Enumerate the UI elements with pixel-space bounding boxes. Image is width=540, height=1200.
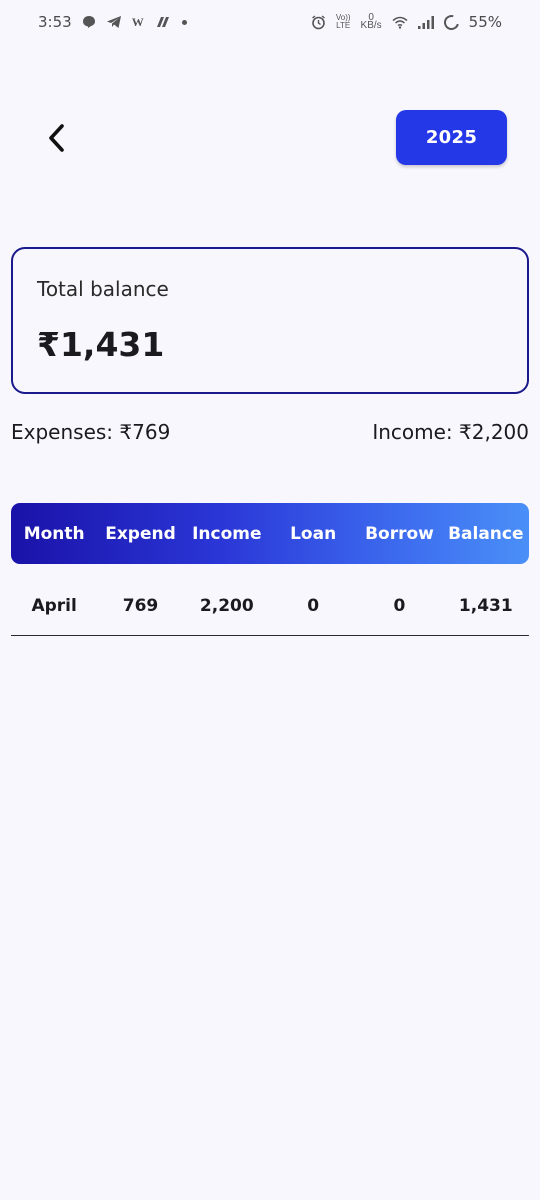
column-header-borrow: Borrow	[365, 523, 434, 544]
expenses-summary: Expenses: ₹769	[11, 420, 171, 444]
cloud-icon	[154, 15, 172, 29]
signal-icon	[417, 15, 434, 29]
total-balance-label: Total balance	[37, 277, 169, 301]
volte-icon: Vo)) LTE	[336, 14, 351, 30]
battery-icon	[440, 11, 462, 33]
cell-income: 2,200	[199, 595, 254, 616]
income-summary: Income: ₹2,200	[372, 420, 529, 444]
table-row[interactable]: April 769 2,200 0 0 1,431	[11, 576, 529, 636]
cell-balance: 1,431	[458, 595, 513, 616]
column-header-expend: Expend	[105, 523, 176, 544]
back-button[interactable]	[36, 118, 76, 158]
column-header-loan: Loan	[290, 523, 337, 544]
column-header-income: Income	[192, 523, 262, 544]
cell-expend: 769	[122, 595, 159, 616]
dot-icon	[181, 19, 187, 25]
status-bar-right: Vo)) LTE 0 KB/s 55%	[311, 11, 502, 33]
cell-loan: 0	[307, 595, 320, 616]
volte-bottom-label: LTE	[336, 21, 351, 30]
wifi-icon	[392, 16, 408, 29]
telegram-icon	[106, 15, 122, 29]
table-header: Month Expend Income Loan Borrow Balance	[11, 503, 529, 564]
status-bar-left: 3:53 W	[38, 13, 187, 31]
total-balance-card: Total balance ₹1,431	[11, 247, 529, 394]
status-time: 3:53	[38, 13, 72, 31]
chevron-left-icon	[49, 124, 64, 152]
net-speed: 0 KB/s	[360, 13, 382, 31]
summary-row: Expenses: ₹769 Income: ₹2,200	[11, 420, 529, 444]
alarm-icon	[311, 14, 326, 30]
cell-month: April	[31, 595, 77, 616]
total-balance-value: ₹1,431	[37, 325, 165, 364]
wps-icon: W	[131, 14, 144, 29]
status-bar: 3:53 W Vo)) LTE 0 KB/s 55%	[0, 0, 540, 44]
column-header-balance: Balance	[448, 523, 524, 544]
year-selector-button[interactable]: 2025	[396, 110, 507, 165]
net-speed-unit: KB/s	[360, 20, 382, 31]
messages-icon	[82, 15, 96, 29]
cell-borrow: 0	[393, 595, 406, 616]
column-header-month: Month	[23, 523, 85, 544]
battery-percent: 55%	[468, 13, 502, 31]
